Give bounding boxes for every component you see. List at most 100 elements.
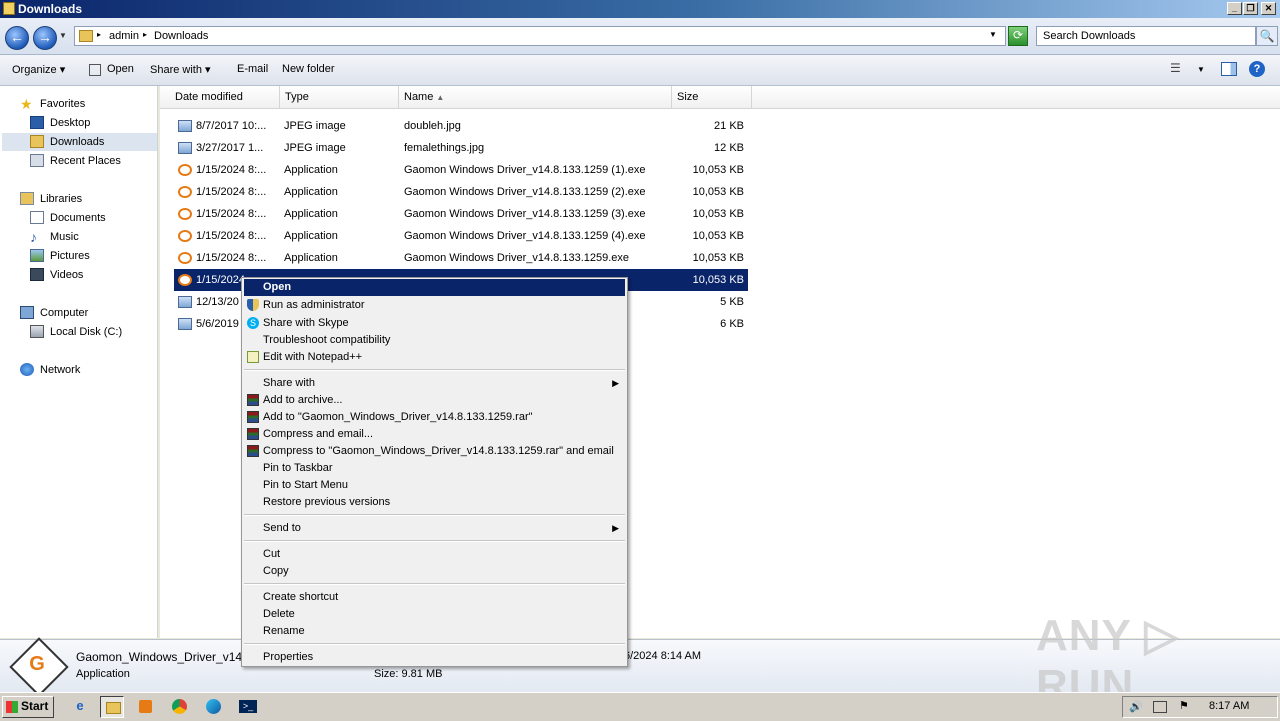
file-date-modified: 3/27/2017 1... (196, 142, 264, 154)
chrome-icon[interactable] (168, 696, 192, 718)
recent-places-icon (30, 154, 44, 167)
recent-pages-dropdown-icon[interactable]: ▼ (59, 31, 67, 40)
winrar-icon (247, 394, 259, 406)
minimize-button[interactable]: _ (1227, 2, 1242, 15)
application-file-icon (178, 208, 192, 220)
winrar-icon (247, 428, 259, 440)
breadcrumb-downloads[interactable]: Downloads (154, 30, 208, 42)
breadcrumb-admin[interactable]: admin (109, 30, 139, 42)
volume-icon[interactable]: 🔊 (1129, 700, 1143, 713)
skype-icon: S (247, 317, 259, 329)
email-button[interactable]: E-mail (237, 63, 268, 75)
file-row[interactable]: 1/15/2024 8:... Application Gaomon Windows… (174, 225, 748, 247)
open-button[interactable]: Open (107, 63, 134, 75)
menu-item-properties[interactable]: Properties (244, 649, 625, 666)
application-file-icon (178, 164, 192, 176)
new-folder-button[interactable]: New folder (282, 63, 335, 75)
start-button[interactable]: Start (2, 696, 54, 718)
menu-item-compress-to-rar-and-email[interactable]: Compress to "Gaomon_Windows_Driver_v14.8… (244, 443, 625, 460)
column-name[interactable]: Name ▲ (399, 86, 672, 108)
nav-favorites[interactable]: ★ Favorites (20, 95, 150, 113)
nav-libraries[interactable]: Libraries (20, 190, 150, 208)
powershell-icon[interactable]: >_ (236, 696, 260, 718)
image-file-icon (178, 120, 192, 132)
videos-icon (30, 268, 44, 281)
organize-button[interactable]: Organize ▾ (12, 63, 65, 76)
file-row[interactable]: 1/15/2024 8:... Application Gaomon Windows… (174, 247, 748, 269)
file-row[interactable]: 3/27/2017 1... JPEG image femalethings.jpg… (174, 137, 748, 159)
file-date-modified: 1/15/2024 8:... (196, 164, 267, 176)
file-row[interactable]: 8/7/2017 10:... JPEG image doubleh.jpg 21 K… (174, 115, 748, 137)
share-with-button[interactable]: Share with ▾ (150, 63, 211, 76)
breadcrumb-separator-icon: ▸ (143, 30, 148, 39)
submenu-arrow-icon: ▶ (612, 523, 619, 533)
help-icon[interactable]: ? (1249, 61, 1265, 77)
internet-explorer-icon[interactable]: e (68, 696, 92, 718)
nav-network[interactable]: Network (20, 361, 150, 379)
menu-item-create-shortcut[interactable]: Create shortcut (244, 589, 625, 606)
menu-separator (244, 540, 625, 542)
file-date-modified: 8/7/2017 10:... (196, 120, 267, 132)
refresh-button[interactable]: ⟳ (1008, 26, 1028, 46)
menu-item-troubleshoot-compatibility[interactable]: Troubleshoot compatibility (244, 332, 625, 349)
taskbar: Start e >_ 🔊 ⚑ 8:17 AM (0, 692, 1280, 721)
menu-item-delete[interactable]: Delete (244, 606, 625, 623)
menu-item-cut[interactable]: Cut (244, 546, 625, 563)
application-file-icon (178, 230, 192, 242)
menu-item-edit-with-notepad-plus-plus[interactable]: Edit with Notepad++ (244, 349, 625, 366)
preview-pane-icon[interactable] (1221, 62, 1237, 76)
menu-item-compress-and-email[interactable]: Compress and email... (244, 426, 625, 443)
menu-item-share-with[interactable]: Share with ▶ (244, 375, 625, 392)
nav-local-disk[interactable]: Local Disk (C:) (30, 323, 150, 341)
nav-documents[interactable]: Documents (30, 209, 150, 227)
column-type[interactable]: Type (280, 86, 399, 108)
menu-item-rename[interactable]: Rename (244, 623, 625, 640)
forward-button[interactable]: → (33, 26, 57, 50)
menu-item-copy[interactable]: Copy (244, 563, 625, 580)
menu-item-add-to-archive[interactable]: Add to archive... (244, 392, 625, 409)
file-type: Application (284, 186, 338, 198)
menu-item-pin-to-start-menu[interactable]: Pin to Start Menu (244, 477, 625, 494)
explorer-taskbar-icon[interactable] (100, 696, 124, 718)
nav-downloads[interactable]: Downloads (2, 133, 157, 151)
application-icon: G (9, 637, 69, 697)
nav-desktop[interactable]: Desktop (30, 114, 150, 132)
nav-recent-places[interactable]: Recent Places (30, 152, 150, 170)
libraries-icon (20, 192, 34, 205)
column-size[interactable]: Size (672, 86, 752, 108)
nav-computer[interactable]: Computer (20, 304, 150, 322)
media-player-icon[interactable] (134, 696, 158, 718)
menu-item-open[interactable]: Open (244, 279, 625, 296)
uac-shield-icon (247, 299, 259, 311)
menu-item-share-with-skype[interactable]: S Share with Skype (244, 315, 625, 332)
close-button[interactable]: ✕ (1261, 2, 1276, 15)
file-row[interactable]: 1/15/2024 8:... Application Gaomon Windows… (174, 203, 748, 225)
title-bar: Downloads _ ❐ ✕ (0, 0, 1280, 18)
file-row[interactable]: 1/15/2024 8:... Application Gaomon Windows… (174, 181, 748, 203)
edge-icon[interactable] (202, 696, 226, 718)
menu-item-run-as-administrator[interactable]: Run as administrator (244, 297, 625, 314)
view-dropdown-icon[interactable]: ▼ (1197, 65, 1205, 74)
back-button[interactable]: ← (5, 26, 29, 50)
nav-videos[interactable]: Videos (30, 266, 150, 284)
clock[interactable]: 8:17 AM (1209, 700, 1249, 712)
search-input[interactable]: Search Downloads (1036, 26, 1256, 46)
file-date-modified: 1/15/2024 8:... (196, 186, 267, 198)
column-date-modified[interactable]: Date modified (160, 86, 280, 108)
menu-item-send-to[interactable]: Send to ▶ (244, 520, 625, 537)
menu-item-restore-previous-versions[interactable]: Restore previous versions (244, 494, 625, 511)
menu-item-pin-to-taskbar[interactable]: Pin to Taskbar (244, 460, 625, 477)
network-tray-icon[interactable] (1153, 701, 1167, 713)
nav-music[interactable]: ♪ Music (30, 228, 150, 246)
action-center-flag-icon[interactable]: ⚑ (1179, 699, 1189, 712)
view-options-icon[interactable]: ☰ (1170, 61, 1181, 75)
music-icon: ♪ (30, 229, 37, 245)
address-dropdown-icon[interactable]: ▼ (989, 30, 997, 39)
nav-pictures[interactable]: Pictures (30, 247, 150, 265)
maximize-button[interactable]: ❐ (1243, 2, 1258, 15)
search-icon[interactable]: 🔍 (1256, 26, 1278, 46)
menu-item-add-to-rar[interactable]: Add to "Gaomon_Windows_Driver_v14.8.133.… (244, 409, 625, 426)
address-field[interactable]: ▸ admin ▸ Downloads ▼ (74, 26, 1006, 46)
file-type: Application (284, 208, 338, 220)
file-row[interactable]: 1/15/2024 8:... Application Gaomon Windows… (174, 159, 748, 181)
